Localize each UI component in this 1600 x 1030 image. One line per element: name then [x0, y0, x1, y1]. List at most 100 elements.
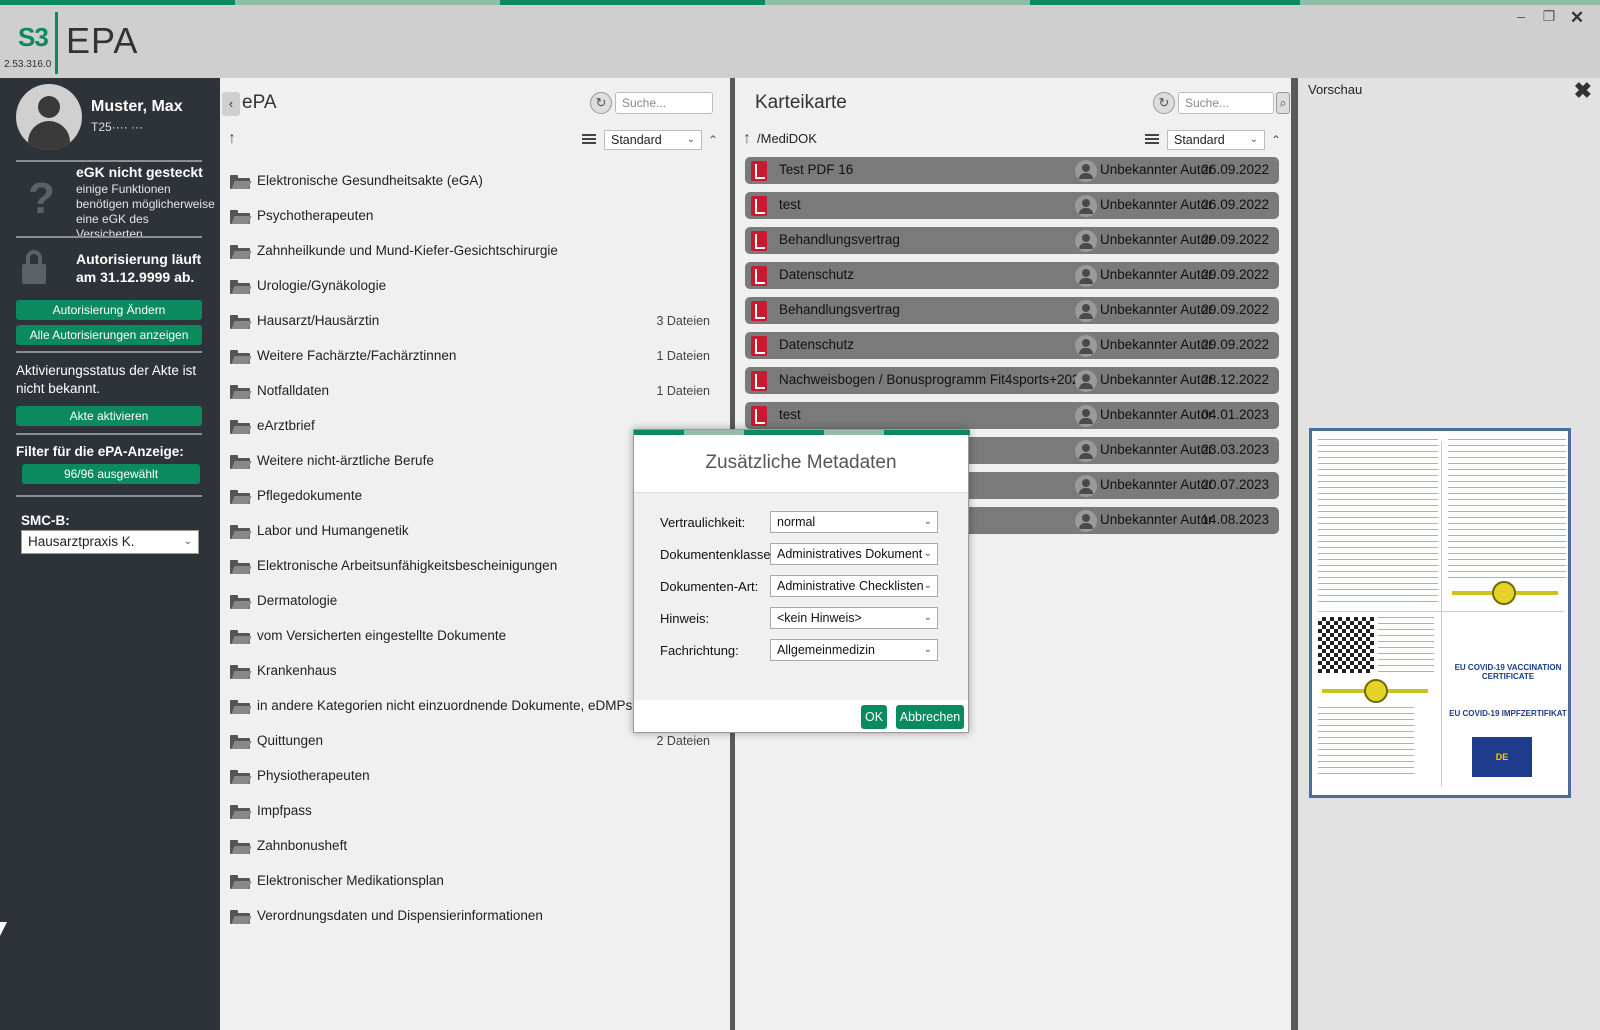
- document-row[interactable]: Datenschutz Unbekannter Autor 29.09.2022: [745, 332, 1279, 359]
- chevron-up-icon[interactable]: ⌃: [704, 130, 722, 150]
- folder-count: 1 Dateien: [656, 349, 710, 363]
- folder-row[interactable]: Physiotherapeuten: [220, 761, 720, 791]
- document-type-select[interactable]: Administrative Checklisten ⌄: [770, 575, 938, 597]
- accent-stripe: [765, 0, 1030, 5]
- document-row[interactable]: Behandlungsvertrag Unbekannter Autor 29.09…: [745, 227, 1279, 254]
- document-date: 28.12.2022: [1201, 372, 1269, 387]
- logo-text: S3: [18, 22, 49, 52]
- document-date: 26.09.2022: [1201, 162, 1269, 177]
- metadata-dialog: Zusätzliche Metadaten Vertraulichkeit: n…: [633, 429, 970, 733]
- epa-search-input[interactable]: Suche...: [615, 92, 713, 114]
- window-controls: – ❐ ✕: [1512, 8, 1586, 28]
- folder-label: Elektronische Arbeitsunfähigkeitsbeschei…: [257, 558, 558, 573]
- folder-row[interactable]: Weitere Fachärzte/Fachärztinnen 1 Dateien: [220, 341, 720, 371]
- pdf-icon: [751, 231, 767, 251]
- cancel-button[interactable]: Abbrechen: [896, 705, 964, 729]
- accent-stripe: [1300, 0, 1600, 5]
- folder-row[interactable]: Zahnheilkunde und Mund-Kiefer-Gesichtsch…: [220, 236, 720, 266]
- hint-select[interactable]: <kein Hinweis> ⌄: [770, 607, 938, 629]
- document-class-select[interactable]: Administratives Dokument ⌄: [770, 543, 938, 565]
- refresh-icon[interactable]: ↻: [1153, 92, 1175, 114]
- all-auth-button[interactable]: Alle Autorisierungen anzeigen: [16, 325, 202, 345]
- seal-icon: [1364, 679, 1388, 703]
- list-view-icon[interactable]: [1145, 134, 1159, 146]
- confidentiality-select[interactable]: normal ⌄: [770, 511, 938, 533]
- certificate-preview-image: EU COVID-19 VACCINATION CERTIFICATE EU C…: [1309, 428, 1571, 798]
- folder-row[interactable]: Notfalldaten 1 Dateien: [220, 376, 720, 406]
- folder-label: in andere Kategorien nicht einzuordnende…: [257, 698, 671, 713]
- document-row[interactable]: Nachweisbogen / Bonusprogramm Fit4sports…: [745, 367, 1279, 394]
- karteikarte-view-select[interactable]: Standard ⌄: [1167, 130, 1265, 150]
- folder-icon: [230, 805, 252, 819]
- specialty-select[interactable]: Allgemeinmedizin ⌄: [770, 639, 938, 661]
- folder-label: Hausarzt/Hausärztin: [257, 313, 380, 328]
- filter-button[interactable]: 96/96 ausgewählt: [22, 464, 200, 484]
- smcb-select[interactable]: Hausarztpraxis K. ⌄: [21, 530, 199, 554]
- folder-icon: [230, 560, 252, 574]
- karteikarte-search-input[interactable]: Suche...: [1178, 92, 1274, 114]
- document-row[interactable]: test Unbekannter Autor 26.09.2022: [745, 192, 1279, 219]
- folder-icon: [230, 840, 252, 854]
- activate-record-button[interactable]: Akte aktivieren: [16, 406, 202, 426]
- up-arrow-icon[interactable]: ↑: [743, 130, 751, 148]
- author-icon: [1075, 370, 1097, 392]
- folder-row[interactable]: Urologie/Gynäkologie: [220, 271, 720, 301]
- folder-label: Zahnbonusheft: [257, 838, 348, 853]
- zoom-icon[interactable]: ⌕: [1276, 92, 1290, 114]
- accent-stripe: [500, 0, 765, 5]
- document-date: 20.07.2023: [1201, 477, 1269, 492]
- maximize-button[interactable]: ❐: [1540, 8, 1558, 28]
- mouse-cursor-icon: [0, 922, 14, 936]
- folder-label: eArztbrief: [257, 418, 315, 433]
- folder-row[interactable]: Verordnungsdaten und Dispensierinformati…: [220, 901, 720, 931]
- folder-icon: [230, 175, 252, 189]
- document-date: 29.09.2022: [1201, 232, 1269, 247]
- epa-view-select[interactable]: Standard ⌄: [604, 130, 702, 150]
- folder-row[interactable]: Hausarzt/Hausärztin 3 Dateien: [220, 306, 720, 336]
- field-label: Fachrichtung:: [660, 643, 739, 658]
- list-view-icon[interactable]: [582, 134, 596, 146]
- folder-icon: [230, 420, 252, 434]
- change-auth-button[interactable]: Autorisierung Ändern: [16, 300, 202, 320]
- folder-row[interactable]: Elektronischer Medikationsplan: [220, 866, 720, 896]
- splitter[interactable]: [1291, 78, 1298, 1030]
- close-window-button[interactable]: ✕: [1568, 8, 1586, 28]
- document-row[interactable]: Datenschutz Unbekannter Autor 29.09.2022: [745, 262, 1279, 289]
- document-row[interactable]: Test PDF 16 Unbekannter Autor 26.09.2022: [745, 157, 1279, 184]
- document-author: Unbekannter Autor: [1100, 442, 1213, 457]
- folder-row[interactable]: Psychotherapeuten: [220, 201, 720, 231]
- chevron-up-icon[interactable]: ⌃: [1267, 130, 1285, 150]
- close-icon[interactable]: ✖: [1574, 78, 1592, 104]
- ok-button[interactable]: OK: [861, 705, 887, 729]
- document-row[interactable]: Behandlungsvertrag Unbekannter Autor 29.09…: [745, 297, 1279, 324]
- folder-label: vom Versicherten eingestellte Dokumente: [257, 628, 507, 643]
- document-title: Test PDF 16: [779, 162, 854, 177]
- document-row[interactable]: test Unbekannter Autor 04.01.2023: [745, 402, 1279, 429]
- folder-label: Pflegedokumente: [257, 488, 363, 503]
- refresh-icon[interactable]: ↻: [590, 92, 612, 114]
- document-author: Unbekannter Autor: [1100, 302, 1213, 317]
- up-arrow-icon[interactable]: ↑: [228, 130, 236, 148]
- back-button[interactable]: ‹: [222, 92, 240, 116]
- patient-name: Muster, Max: [91, 98, 183, 115]
- folder-label: Elektronischer Medikationsplan: [257, 873, 444, 888]
- chevron-down-icon: ⌄: [923, 644, 932, 655]
- logo-bar: [55, 12, 58, 74]
- folder-row[interactable]: Elektronische Gesundheitsakte (eGA): [220, 166, 720, 196]
- minimize-button[interactable]: –: [1512, 8, 1530, 28]
- field-label: Hinweis:: [660, 611, 710, 626]
- chevron-down-icon: ⌄: [923, 580, 932, 591]
- dialog-body: Vertraulichkeit: normal ⌄ Dokumentenklass…: [634, 492, 968, 700]
- document-title: Behandlungsvertrag: [779, 232, 900, 247]
- folder-row[interactable]: Zahnbonusheft: [220, 831, 720, 861]
- epa-view-value: Standard: [611, 133, 662, 147]
- document-title: Datenschutz: [779, 267, 855, 282]
- folder-row[interactable]: Impfpass: [220, 796, 720, 826]
- folder-label: Dermatologie: [257, 593, 338, 608]
- chevron-down-icon: ⌄: [923, 612, 932, 623]
- document-author: Unbekannter Autor: [1100, 372, 1213, 387]
- folder-icon: [230, 910, 252, 924]
- unlock-icon: [22, 250, 46, 284]
- folder-icon: [230, 595, 252, 609]
- field-label: Dokumentenklasse:: [660, 547, 775, 562]
